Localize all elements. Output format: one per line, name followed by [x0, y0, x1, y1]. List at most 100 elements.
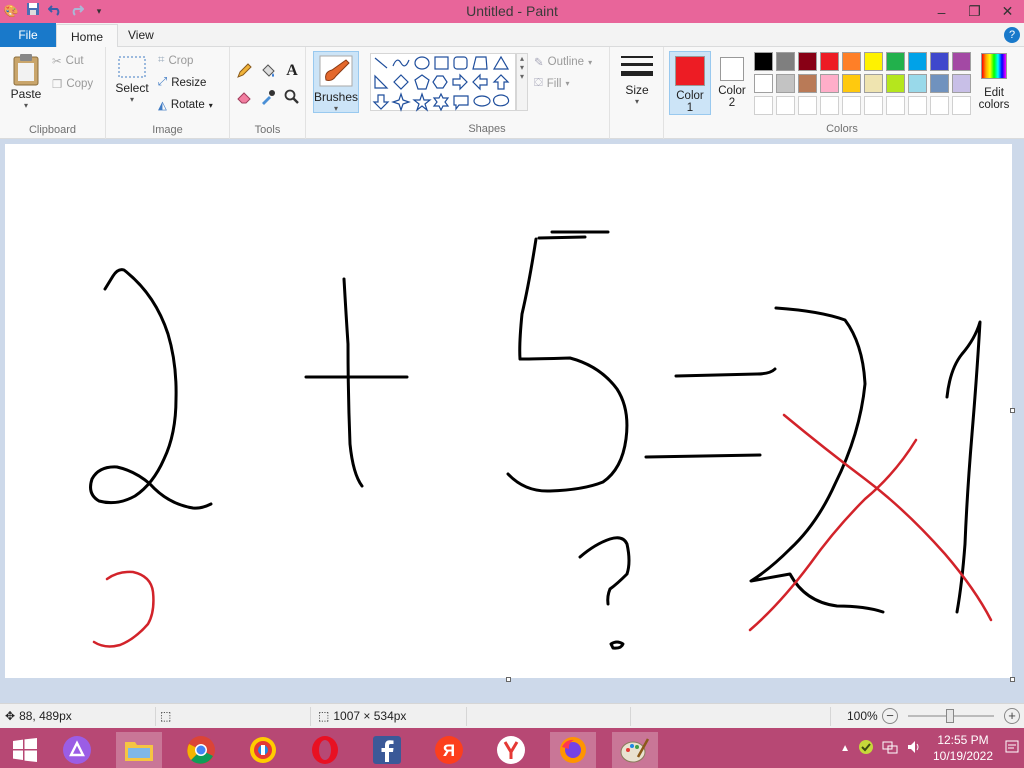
- custom-color-slot[interactable]: [820, 96, 839, 115]
- palette-swatch[interactable]: [798, 52, 817, 71]
- palette-swatch[interactable]: [754, 74, 773, 93]
- tab-file[interactable]: File: [0, 23, 56, 47]
- crop-button[interactable]: ⌗ Crop: [158, 54, 193, 67]
- palette-swatch[interactable]: [820, 52, 839, 71]
- palette-swatch[interactable]: [930, 74, 949, 93]
- canvas-size: ⬚ 1007 × 534px: [318, 709, 406, 723]
- digit-2-answer-stroke: [749, 306, 885, 614]
- app-tray-icon[interactable]: [858, 739, 874, 758]
- shapes-scrollbar[interactable]: ▴ ▾ ▾: [516, 53, 528, 111]
- help-icon[interactable]: ?: [1004, 27, 1020, 43]
- palette-swatch[interactable]: [952, 52, 971, 71]
- palette-swatch[interactable]: [930, 52, 949, 71]
- custom-color-slot[interactable]: [886, 96, 905, 115]
- custom-color-slot[interactable]: [952, 96, 971, 115]
- zoom-in-button[interactable]: +: [1004, 708, 1020, 724]
- palette-swatch[interactable]: [908, 74, 927, 93]
- chrome-icon[interactable]: [178, 732, 224, 768]
- clock[interactable]: 12:55 PM 10/19/2022: [930, 732, 996, 764]
- resize-handle-right[interactable]: [1010, 408, 1015, 413]
- notifications-icon[interactable]: [1004, 739, 1020, 758]
- fill-bucket-icon[interactable]: [258, 61, 278, 81]
- edit-colors-button[interactable]: Edit colors: [976, 51, 1012, 117]
- cursor-position: ✥ 88, 489px: [5, 709, 72, 723]
- tab-home[interactable]: Home: [56, 24, 119, 48]
- palette-swatch[interactable]: [864, 52, 883, 71]
- equals-bottom-stroke: [644, 453, 762, 459]
- palette-swatch[interactable]: [952, 74, 971, 93]
- palette-swatch[interactable]: [886, 52, 905, 71]
- windows-start-icon[interactable]: [2, 732, 48, 768]
- paint-taskbar-icon[interactable]: [612, 732, 658, 768]
- file-explorer-icon[interactable]: [116, 732, 162, 768]
- palette-swatch[interactable]: [864, 74, 883, 93]
- chevron-down-icon: ▾: [208, 100, 213, 110]
- tab-view[interactable]: View: [114, 23, 168, 47]
- maximize-button[interactable]: ❐: [958, 0, 991, 23]
- show-hidden-icons-icon[interactable]: ▲: [840, 743, 850, 754]
- palette-swatch[interactable]: [886, 74, 905, 93]
- rotate-button[interactable]: ◭ Rotate ▾: [158, 98, 213, 112]
- resize-handle-bottom[interactable]: [506, 677, 511, 682]
- palette-swatch[interactable]: [776, 74, 795, 93]
- minimize-button[interactable]: –: [925, 0, 958, 23]
- palette-swatch[interactable]: [798, 74, 817, 93]
- select-button[interactable]: Select ▾: [112, 55, 152, 104]
- yandex-icon[interactable]: [488, 732, 534, 768]
- yandex-browser-icon[interactable]: Я: [426, 732, 472, 768]
- yandex-protect-icon[interactable]: [240, 732, 286, 768]
- size-button[interactable]: Size ▾: [619, 53, 655, 106]
- brushes-button[interactable]: Brushes ▾: [313, 51, 359, 113]
- resize-button[interactable]: ⤢ Resize: [158, 76, 206, 89]
- size-label: Size: [625, 83, 649, 97]
- outline-button[interactable]: ✎ Outline ▾: [534, 55, 592, 69]
- rotate-icon: ◭: [158, 100, 167, 112]
- zoom-slider-thumb[interactable]: [946, 709, 954, 723]
- pencil-icon[interactable]: [234, 61, 254, 81]
- eraser-icon[interactable]: [234, 87, 254, 107]
- volume-icon[interactable]: [906, 739, 922, 758]
- opera-icon[interactable]: [302, 732, 348, 768]
- color2-button[interactable]: Color 2: [713, 51, 751, 115]
- copy-button[interactable]: ❐ Copy: [52, 77, 93, 91]
- color1-button[interactable]: Color 1: [669, 51, 711, 115]
- custom-color-slot[interactable]: [864, 96, 883, 115]
- paste-button[interactable]: Paste ▾: [6, 53, 46, 110]
- custom-color-slot[interactable]: [776, 96, 795, 115]
- text-tool-icon[interactable]: A: [282, 61, 302, 81]
- zoom-out-button[interactable]: −: [882, 708, 898, 724]
- network-icon[interactable]: [882, 739, 898, 758]
- palette-swatch[interactable]: [908, 52, 927, 71]
- resize-handle-corner[interactable]: [1010, 677, 1015, 682]
- palette-swatch[interactable]: [776, 52, 795, 71]
- rainbow-icon: [981, 53, 1007, 79]
- firefox-icon[interactable]: [550, 732, 596, 768]
- cursor-position-text: 88, 489px: [19, 709, 72, 723]
- palette-swatch[interactable]: [842, 74, 861, 93]
- cut-button[interactable]: ✂ Cut: [52, 54, 84, 68]
- palette-swatch[interactable]: [754, 52, 773, 71]
- svg-text:Я: Я: [443, 741, 455, 760]
- plus-vertical-stroke: [342, 277, 364, 488]
- fill-button[interactable]: ⛋ Fill ▾: [534, 77, 569, 90]
- close-button[interactable]: ✕: [991, 0, 1024, 23]
- selection-icon: ⬚: [160, 709, 172, 723]
- color2-swatch: [720, 57, 744, 81]
- palette-swatch[interactable]: [820, 74, 839, 93]
- rectangle-callout-shape-icon: [453, 95, 469, 111]
- alice-assistant-icon[interactable]: [54, 732, 100, 768]
- facebook-icon[interactable]: [364, 732, 410, 768]
- tools-group-label: Tools: [254, 124, 281, 136]
- custom-color-slot[interactable]: [842, 96, 861, 115]
- magnifier-icon[interactable]: [282, 87, 302, 107]
- color-picker-icon[interactable]: [258, 87, 278, 107]
- drawing-canvas[interactable]: [5, 144, 1012, 678]
- move-cursor-icon: ✥: [5, 709, 16, 723]
- palette-swatch[interactable]: [842, 52, 861, 71]
- custom-color-slot[interactable]: [754, 96, 773, 115]
- custom-color-slot[interactable]: [930, 96, 949, 115]
- right-arrow-shape-icon: [452, 73, 468, 91]
- up-arrow-shape-icon: [492, 74, 510, 90]
- custom-color-slot[interactable]: [908, 96, 927, 115]
- custom-color-slot[interactable]: [798, 96, 817, 115]
